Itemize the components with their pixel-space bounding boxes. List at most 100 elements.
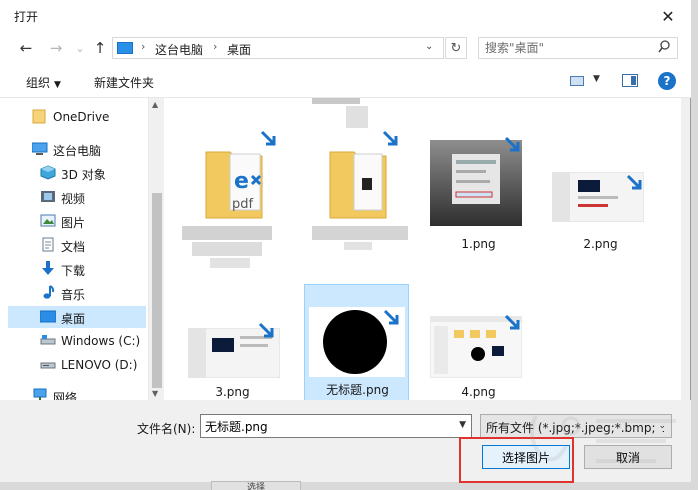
sidebar-item-music[interactable]: 音乐 [8, 282, 146, 304]
navigation-pane: OneDrive 这台电脑 3D 对象 视频 图片 文档 下载 音乐 桌面 Wi… [0, 98, 148, 405]
pixelated-label [182, 226, 272, 240]
filename-input[interactable] [205, 418, 445, 434]
pixelated-label [312, 98, 360, 104]
command-toolbar: 组织 ▼ 新建文件夹 ▼ ? [0, 64, 691, 98]
computer-icon [31, 141, 48, 156]
file-tile-2-png[interactable]: 2.png [548, 136, 653, 254]
sidebar-item-drive-c[interactable]: Windows (C:) [8, 330, 146, 352]
address-dropdown-icon[interactable]: ⌄ [425, 41, 433, 52]
scroll-up-icon[interactable]: ▲ [152, 100, 158, 109]
download-icon [40, 261, 56, 276]
sidebar-item-label: 视频 [61, 192, 86, 206]
watermark-logo [530, 415, 676, 463]
file-name: 4.png [461, 385, 496, 399]
arrow-right-icon: → [49, 39, 63, 57]
caret-down-icon: ▼ [54, 80, 61, 90]
shortcut-arrow-icon [626, 174, 642, 190]
folder-tile[interactable]: e pdf [180, 130, 285, 280]
file-tile-1-png[interactable]: 1.png [426, 136, 531, 254]
shortcut-arrow-icon [258, 322, 274, 338]
image-icon [40, 213, 56, 228]
folder-icon [32, 109, 48, 124]
arrow-left-icon: ← [19, 39, 33, 57]
forward-button[interactable]: → [46, 38, 66, 58]
help-icon[interactable]: ? [658, 72, 676, 90]
sidebar-item-label: 图片 [61, 216, 86, 230]
desktop-icon [39, 309, 57, 324]
sidebar-item-label: 这台电脑 [53, 144, 102, 158]
new-folder-button[interactable]: 新建文件夹 [94, 74, 154, 91]
back-button[interactable]: ← [16, 38, 36, 58]
pixelated-label [312, 226, 408, 240]
file-name: 3.png [215, 385, 250, 399]
scrollbar-thumb[interactable] [152, 193, 162, 388]
folder-icon [329, 151, 387, 219]
search-box[interactable] [478, 37, 678, 59]
folder-icon: e pdf [205, 151, 263, 219]
svg-text:pdf: pdf [232, 197, 254, 212]
pixelated-label [210, 258, 250, 268]
video-icon [40, 189, 56, 204]
title-bar: 打开 ✕ [0, 0, 691, 32]
view-mode-icon[interactable] [570, 76, 584, 86]
filename-combobox[interactable]: ▼ [200, 414, 472, 438]
sidebar-item-videos[interactable]: 视频 [8, 186, 146, 208]
breadcrumb-desktop[interactable]: 桌面 [227, 41, 251, 58]
drive-icon [40, 357, 56, 372]
file-name: 无标题.png [326, 383, 389, 397]
dialog-title: 打开 [14, 10, 39, 24]
close-icon: ✕ [661, 6, 675, 26]
svg-text:e: e [234, 169, 249, 194]
background-window-button: 选择 [211, 481, 301, 490]
sidebar-item-drive-d[interactable]: LENOVO (D:) [8, 354, 146, 376]
chevron-down-icon[interactable]: ▼ [459, 420, 466, 430]
sidebar-item-this-pc[interactable]: 这台电脑 [8, 138, 146, 160]
view-options-dropdown-icon[interactable]: ▼ [593, 74, 600, 84]
shortcut-arrow-icon [504, 314, 520, 330]
file-tile-4-png[interactable]: 4.png [426, 284, 531, 402]
up-button[interactable]: ↑ [90, 38, 110, 58]
search-input[interactable] [485, 40, 645, 56]
refresh-button[interactable]: ↻ [445, 37, 467, 59]
sidebar-item-onedrive[interactable]: OneDrive [8, 106, 146, 128]
sidebar-item-label: 文档 [61, 240, 86, 254]
file-tile-untitled-png[interactable]: 无标题.png [304, 284, 409, 402]
arrow-up-icon: ↑ [93, 39, 107, 57]
sidebar-item-pictures[interactable]: 图片 [8, 210, 146, 232]
sidebar-item-label: 桌面 [61, 312, 86, 326]
shortcut-arrow-icon [383, 309, 399, 325]
sidebar-item-desktop[interactable]: 桌面 [8, 306, 146, 328]
pixelated-label [344, 242, 372, 250]
navigation-row: ← → ⌄ ↑ › 这台电脑 › 桌面 ⌄ ↻ [0, 32, 691, 64]
sidebar-item-documents[interactable]: 文档 [8, 234, 146, 256]
sidebar-item-3d-objects[interactable]: 3D 对象 [8, 162, 146, 184]
organize-label: 组织 [26, 76, 51, 90]
organize-menu[interactable]: 组织 ▼ [26, 74, 61, 91]
folder-tile[interactable] [310, 130, 415, 280]
sidebar-item-downloads[interactable]: 下载 [8, 258, 146, 280]
navigation-scrollbar[interactable]: ▲ ▼ [148, 98, 164, 400]
breadcrumb-separator: › [141, 40, 146, 53]
sidebar-item-label: 音乐 [61, 288, 86, 302]
file-tile-3-png[interactable]: 3.png [180, 284, 285, 402]
scroll-down-icon[interactable]: ▼ [152, 389, 158, 398]
sidebar-item-label: OneDrive [53, 110, 110, 124]
search-icon [658, 40, 670, 57]
file-list-pane: e pdf 1.png 2.png 3.png 无标题.png 4.png [164, 98, 681, 402]
preview-pane-icon[interactable] [622, 74, 638, 87]
cube-icon [40, 165, 56, 180]
close-button[interactable]: ✕ [645, 0, 691, 32]
breadcrumb-this-pc[interactable]: 这台电脑 [155, 41, 203, 58]
sidebar-item-label: Windows (C:) [61, 334, 141, 348]
file-name: 1.png [461, 237, 496, 251]
address-bar[interactable]: › 这台电脑 › 桌面 ⌄ [112, 37, 444, 59]
pixelated-label [346, 106, 368, 128]
shortcut-arrow-icon [260, 130, 276, 146]
document-icon [40, 237, 56, 252]
filename-label: 文件名(N): [137, 422, 196, 436]
breadcrumb-separator: › [213, 40, 218, 53]
shortcut-arrow-icon [504, 136, 520, 152]
recent-locations-button[interactable]: ⌄ [70, 38, 90, 58]
file-name: 2.png [583, 237, 618, 251]
sidebar-item-label: LENOVO (D:) [61, 358, 138, 372]
